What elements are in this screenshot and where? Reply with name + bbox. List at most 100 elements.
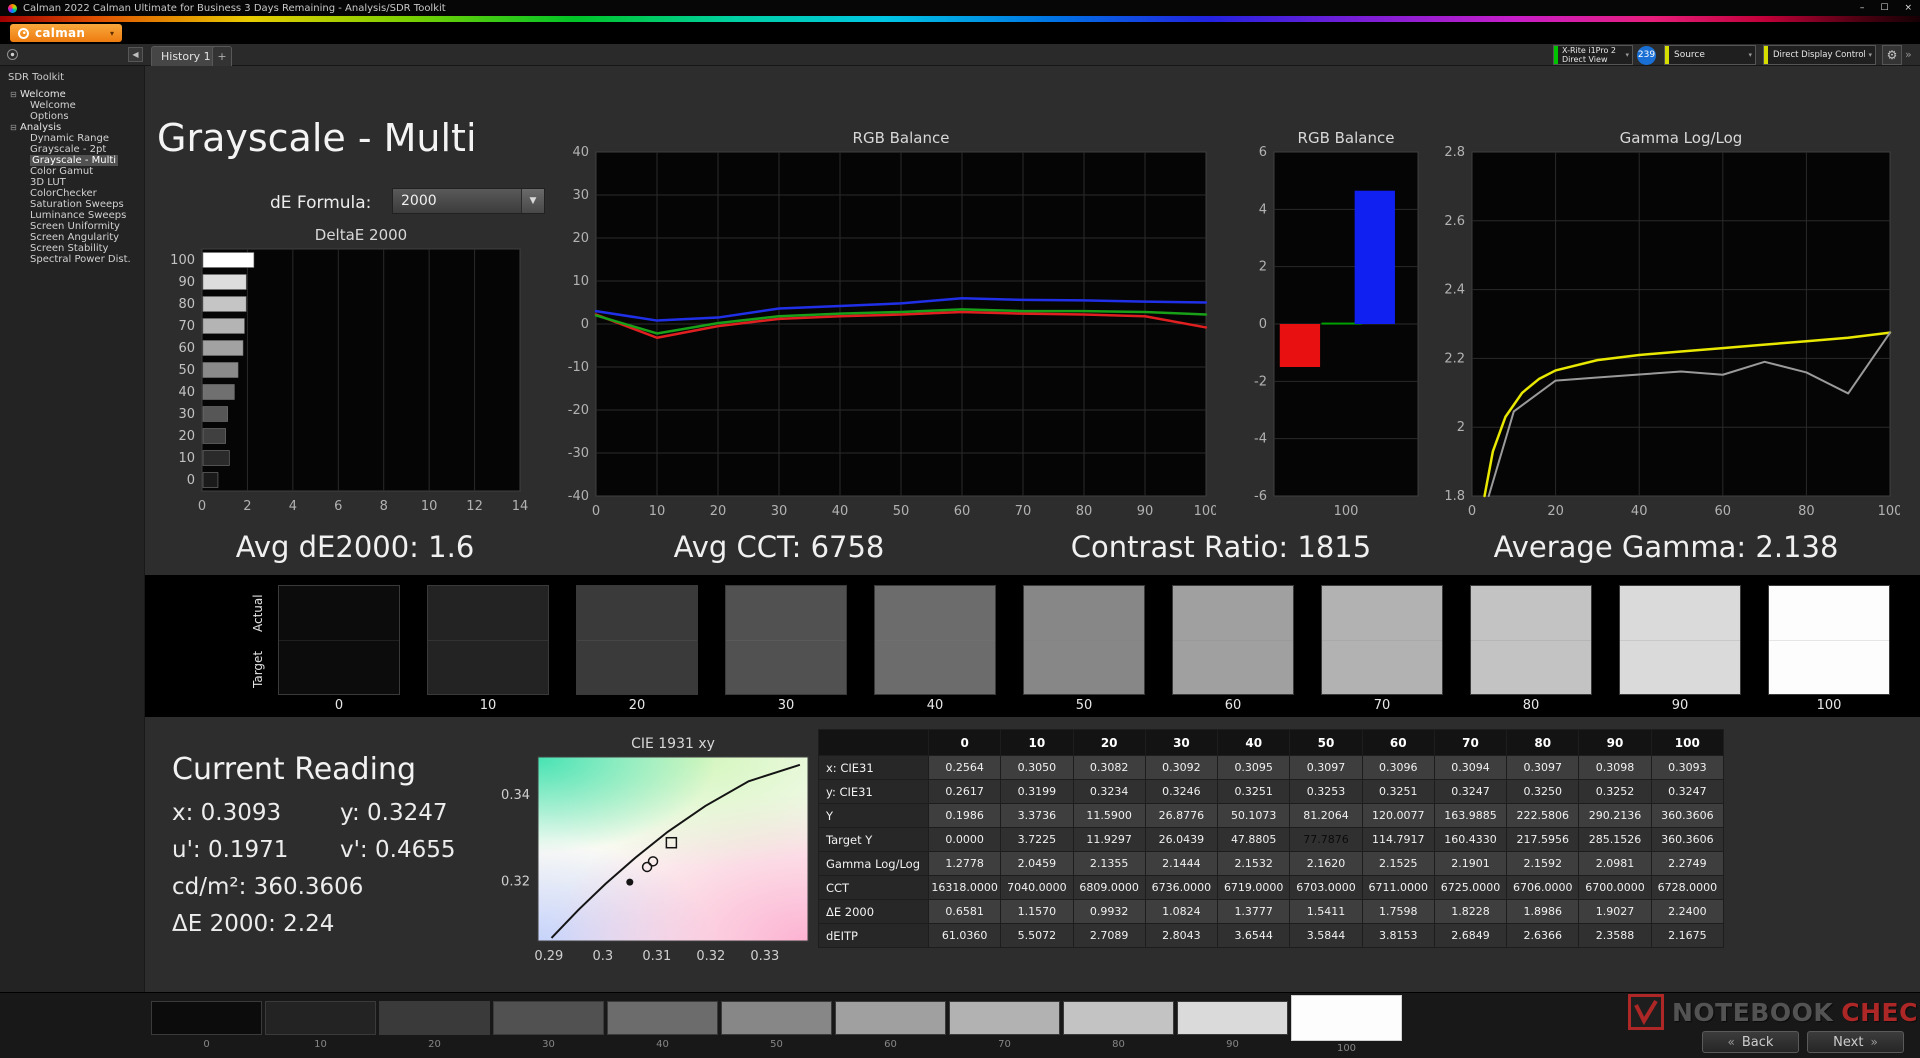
cell-cct-70[interactable]: 6725.0000 <box>1434 876 1506 900</box>
cell-y-70[interactable]: 163.9885 <box>1434 804 1506 828</box>
sidebar-item-color-gamut[interactable]: Color Gamut <box>0 166 144 177</box>
cell-e-2000-70[interactable]: 1.8228 <box>1434 900 1506 924</box>
table-col-header-10[interactable]: 10 <box>1001 730 1073 756</box>
cell-x-cie31-100[interactable]: 0.3093 <box>1651 756 1723 780</box>
sidebar-item-colorchecker[interactable]: ColorChecker <box>0 188 144 199</box>
cell-gamma-log-log-80[interactable]: 2.1592 <box>1507 852 1579 876</box>
close-button[interactable]: × <box>1904 3 1912 13</box>
cell-y-cie31-40[interactable]: 0.3251 <box>1218 780 1290 804</box>
cell-target-y-10[interactable]: 3.7225 <box>1001 828 1073 852</box>
cell-y-0[interactable]: 0.1986 <box>929 804 1001 828</box>
cell-y-40[interactable]: 50.1073 <box>1218 804 1290 828</box>
sidebar-item-options[interactable]: Options <box>0 111 144 122</box>
pattern-swatch-0[interactable] <box>151 1001 262 1035</box>
maximize-button[interactable]: ☐ <box>1880 3 1888 13</box>
cell-y-cie31-50[interactable]: 0.3253 <box>1290 780 1362 804</box>
table-col-header-40[interactable]: 40 <box>1218 730 1290 756</box>
cell-gamma-log-log-40[interactable]: 2.1532 <box>1218 852 1290 876</box>
cell-x-cie31-0[interactable]: 0.2564 <box>929 756 1001 780</box>
cell-y-50[interactable]: 81.2064 <box>1290 804 1362 828</box>
cell-deitp-30[interactable]: 2.8043 <box>1145 924 1217 948</box>
pattern-swatch-30[interactable] <box>493 1001 604 1035</box>
cell-e-2000-60[interactable]: 1.7598 <box>1362 900 1434 924</box>
cell-x-cie31-30[interactable]: 0.3092 <box>1145 756 1217 780</box>
cell-y-cie31-80[interactable]: 0.3250 <box>1507 780 1579 804</box>
cell-gamma-log-log-10[interactable]: 2.0459 <box>1001 852 1073 876</box>
table-col-header-20[interactable]: 20 <box>1073 730 1145 756</box>
source-selector[interactable]: Source ▾ <box>1664 45 1756 65</box>
cell-target-y-70[interactable]: 160.4330 <box>1434 828 1506 852</box>
cell-deitp-80[interactable]: 2.6366 <box>1507 924 1579 948</box>
cell-y-60[interactable]: 120.0077 <box>1362 804 1434 828</box>
cell-y-30[interactable]: 26.8776 <box>1145 804 1217 828</box>
settings-button[interactable]: ⚙ <box>1882 45 1902 65</box>
cell-y-cie31-60[interactable]: 0.3251 <box>1362 780 1434 804</box>
table-col-header-80[interactable]: 80 <box>1507 730 1579 756</box>
table-col-header-60[interactable]: 60 <box>1362 730 1434 756</box>
display-control-selector[interactable]: Direct Display Control ▾ <box>1763 45 1876 65</box>
meter-selector[interactable]: X-Rite i1Pro 2 Direct View ▾ <box>1553 45 1633 65</box>
cell-cct-0[interactable]: 16318.0000 <box>929 876 1001 900</box>
cell-gamma-log-log-60[interactable]: 2.1525 <box>1362 852 1434 876</box>
cell-target-y-60[interactable]: 114.7917 <box>1362 828 1434 852</box>
cell-y-100[interactable]: 360.3606 <box>1651 804 1723 828</box>
sidebar-item-screen-stability[interactable]: Screen Stability <box>0 243 144 254</box>
cell-gamma-log-log-90[interactable]: 2.0981 <box>1579 852 1651 876</box>
cell-deitp-20[interactable]: 2.7089 <box>1073 924 1145 948</box>
back-button[interactable]: « Back <box>1702 1031 1799 1053</box>
minimize-button[interactable]: – <box>1860 3 1865 13</box>
pattern-swatch-50[interactable] <box>721 1001 832 1035</box>
pattern-swatch-70[interactable] <box>949 1001 1060 1035</box>
cell-gamma-log-log-50[interactable]: 2.1620 <box>1290 852 1362 876</box>
sidebar-collapse-button[interactable]: ◀ <box>128 47 143 62</box>
table-col-header-100[interactable]: 100 <box>1651 730 1723 756</box>
add-tab-button[interactable]: + <box>212 46 232 66</box>
cell-e-2000-10[interactable]: 1.1570 <box>1001 900 1073 924</box>
table-col-header-90[interactable]: 90 <box>1579 730 1651 756</box>
cell-e-2000-30[interactable]: 1.0824 <box>1145 900 1217 924</box>
cell-target-y-80[interactable]: 217.5956 <box>1507 828 1579 852</box>
cell-deitp-90[interactable]: 2.3588 <box>1579 924 1651 948</box>
cell-x-cie31-40[interactable]: 0.3095 <box>1218 756 1290 780</box>
cell-deitp-60[interactable]: 3.8153 <box>1362 924 1434 948</box>
sidebar-item-welcome[interactable]: Welcome <box>0 100 144 111</box>
sidebar-item-dynamic-range[interactable]: Dynamic Range <box>0 133 144 144</box>
cell-x-cie31-70[interactable]: 0.3094 <box>1434 756 1506 780</box>
cell-gamma-log-log-20[interactable]: 2.1355 <box>1073 852 1145 876</box>
sidebar-item-grayscale-multi[interactable]: Grayscale - Multi <box>0 155 144 166</box>
cell-target-y-50[interactable]: 77.7876 <box>1290 828 1362 852</box>
cell-e-2000-80[interactable]: 1.8986 <box>1507 900 1579 924</box>
cell-x-cie31-80[interactable]: 0.3097 <box>1507 756 1579 780</box>
cell-deitp-50[interactable]: 3.5844 <box>1290 924 1362 948</box>
table-col-header-30[interactable]: 30 <box>1145 730 1217 756</box>
cell-y-cie31-10[interactable]: 0.3199 <box>1001 780 1073 804</box>
cell-target-y-0[interactable]: 0.0000 <box>929 828 1001 852</box>
cell-gamma-log-log-0[interactable]: 1.2778 <box>929 852 1001 876</box>
calman-menu-button[interactable]: calman ▾ <box>10 24 122 42</box>
cell-deitp-100[interactable]: 2.1675 <box>1651 924 1723 948</box>
cell-y-cie31-70[interactable]: 0.3247 <box>1434 780 1506 804</box>
cell-x-cie31-50[interactable]: 0.3097 <box>1290 756 1362 780</box>
cell-cct-30[interactable]: 6736.0000 <box>1145 876 1217 900</box>
collapse-icon[interactable]: ⊟ <box>10 89 20 100</box>
cell-y-10[interactable]: 3.3736 <box>1001 804 1073 828</box>
pattern-swatch-90[interactable] <box>1177 1001 1288 1035</box>
cell-y-20[interactable]: 11.5900 <box>1073 804 1145 828</box>
chevron-right-icon[interactable]: » <box>1905 48 1912 61</box>
next-button[interactable]: Next » <box>1807 1031 1904 1053</box>
cell-deitp-40[interactable]: 3.6544 <box>1218 924 1290 948</box>
pattern-swatch-100[interactable] <box>1291 995 1402 1041</box>
cell-e-2000-90[interactable]: 1.9027 <box>1579 900 1651 924</box>
cell-target-y-90[interactable]: 285.1526 <box>1579 828 1651 852</box>
workspace-icon[interactable] <box>7 49 18 60</box>
cell-cct-100[interactable]: 6728.0000 <box>1651 876 1723 900</box>
cell-gamma-log-log-100[interactable]: 2.2749 <box>1651 852 1723 876</box>
cell-gamma-log-log-70[interactable]: 2.1901 <box>1434 852 1506 876</box>
cell-target-y-40[interactable]: 47.8805 <box>1218 828 1290 852</box>
measurement-table[interactable]: 0102030405060708090100x: CIE310.25640.30… <box>818 729 1724 948</box>
cell-y-cie31-100[interactable]: 0.3247 <box>1651 780 1723 804</box>
cell-deitp-70[interactable]: 2.6849 <box>1434 924 1506 948</box>
cell-e-2000-0[interactable]: 0.6581 <box>929 900 1001 924</box>
cell-cct-90[interactable]: 6700.0000 <box>1579 876 1651 900</box>
cell-y-90[interactable]: 290.2136 <box>1579 804 1651 828</box>
